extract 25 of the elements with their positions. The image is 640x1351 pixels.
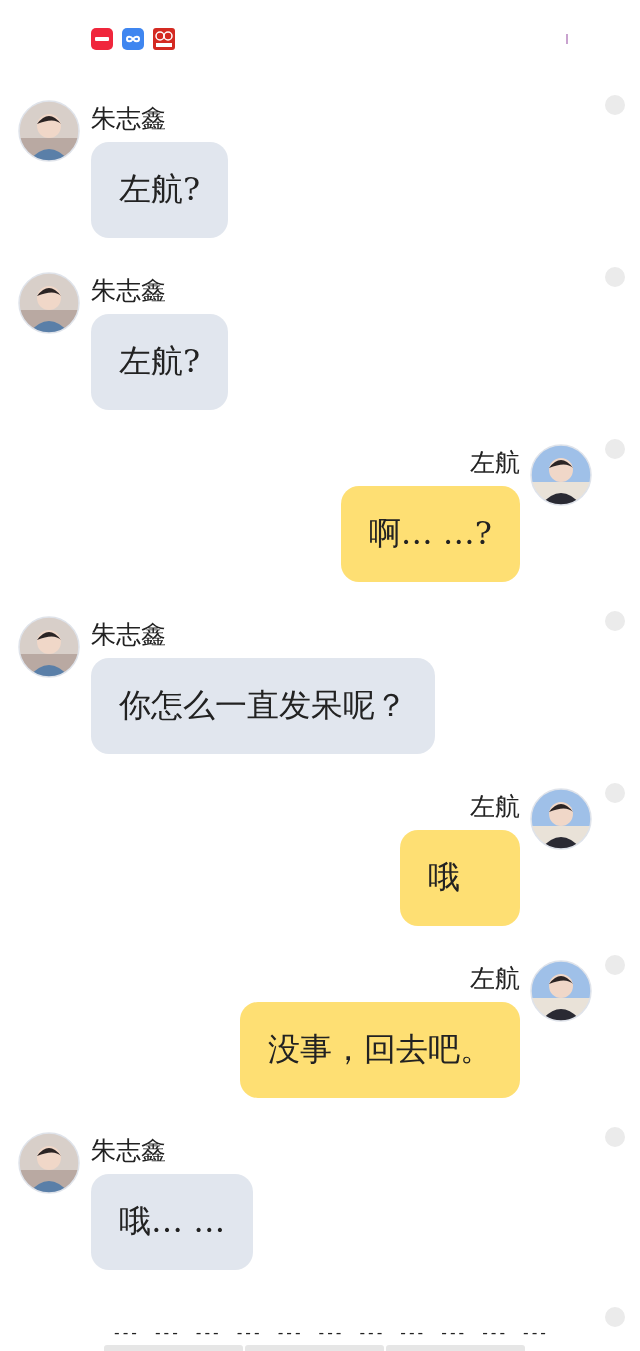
sender-name: 左航 (470, 963, 520, 995)
sender-name: 朱志鑫 (91, 1135, 166, 1167)
placeholder-dash: --- (275, 1323, 302, 1342)
message-bubble: 没事，回去吧。 (240, 1002, 520, 1098)
placeholder-dash: --- (234, 1323, 261, 1342)
placeholder-dash: --- (521, 1323, 547, 1342)
placeholder-dash: --- (398, 1323, 425, 1342)
sender-name: 朱志鑫 (91, 619, 166, 651)
message-bubble: 啊… …? (340, 486, 520, 582)
sender-name: 朱志鑫 (91, 103, 166, 135)
message-bubble: 哦 (400, 830, 520, 926)
placeholder-dash: --- (193, 1323, 220, 1342)
placeholder-dash: --- (357, 1323, 384, 1342)
sender-name: 左航 (470, 447, 520, 479)
placeholder-dash: --- (112, 1323, 138, 1342)
message-bubble: 哦… … (91, 1174, 254, 1270)
placeholder-dash: --- (439, 1323, 466, 1342)
placeholder-dash: --- (152, 1323, 179, 1342)
placeholder-dash: --- (480, 1323, 507, 1342)
sender-name: 朱志鑫 (91, 275, 166, 307)
message-bubble: 左航? (91, 314, 229, 410)
message-bubble: 你怎么一直发呆呢？ (91, 658, 435, 754)
placeholder-dash: --- (316, 1323, 343, 1342)
sender-name: 左航 (470, 791, 520, 823)
message-bubble: 左航? (91, 142, 229, 238)
